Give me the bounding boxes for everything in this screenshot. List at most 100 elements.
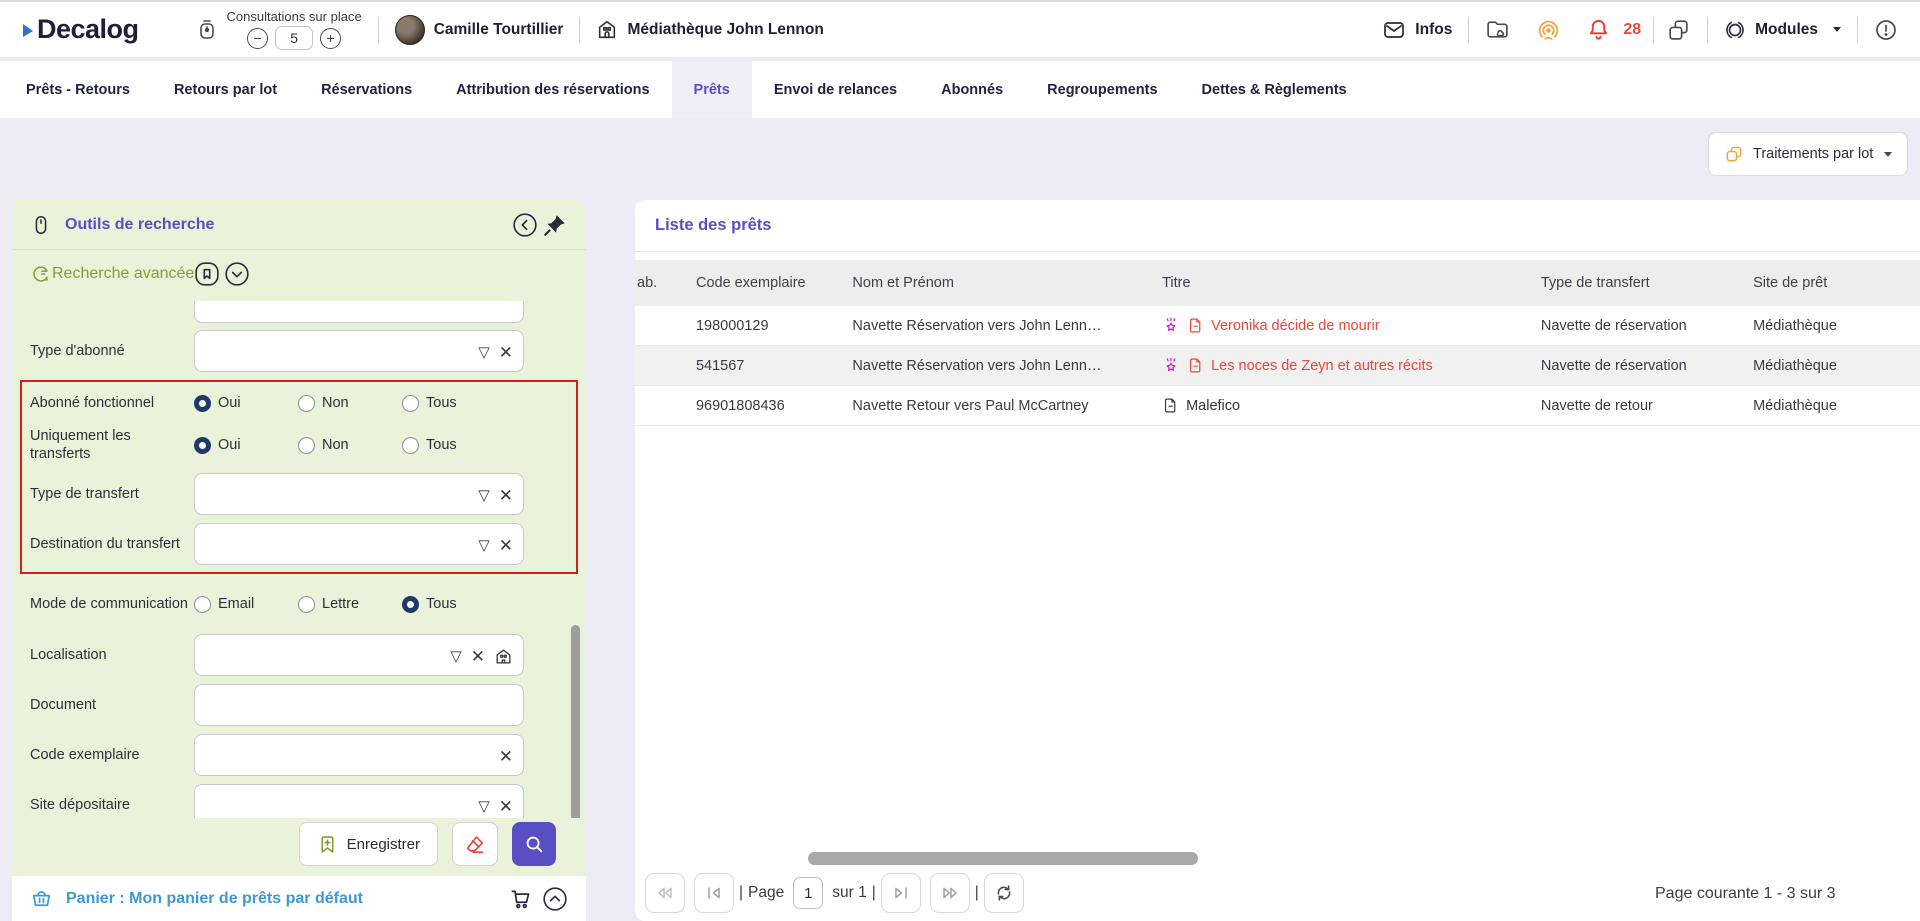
module-tab-bar: Prêts - Retours Retours par lot Réservat… — [0, 61, 1920, 118]
tab-dettes-reglements[interactable]: Dettes & Règlements — [1180, 61, 1369, 118]
table-row[interactable]: 198000129 Navette Réservation vers John … — [635, 306, 1920, 346]
tab-attribution-reservations[interactable]: Attribution des réservations — [434, 61, 671, 118]
column-header-transfer-type[interactable]: Type de transfert — [1535, 275, 1747, 291]
loan-title-link[interactable]: Malefico — [1186, 398, 1240, 414]
type-transfert-input[interactable]: ▽ ✕ — [194, 473, 524, 515]
site-picker-icon[interactable] — [494, 647, 513, 666]
infos-button[interactable]: Infos — [1382, 18, 1452, 42]
refresh-icon — [993, 882, 1015, 904]
column-header-name[interactable]: Nom et Prénom — [846, 275, 1156, 291]
radio-option-non[interactable]: Non — [298, 395, 402, 412]
rewind-page-button[interactable] — [645, 873, 685, 913]
cart-icon[interactable] — [508, 886, 534, 912]
filter-funnel-icon[interactable]: ▽ — [478, 488, 490, 503]
user-avatar — [395, 15, 425, 45]
current-site[interactable]: Médiathèque John Lennon — [596, 19, 823, 41]
radio-option-lettre[interactable]: Lettre — [298, 596, 402, 613]
text-input-partial[interactable] — [194, 301, 524, 323]
logo-mark-icon — [22, 22, 35, 38]
collapse-panel-icon[interactable] — [512, 212, 538, 238]
reset-search-button[interactable] — [452, 822, 498, 866]
notifications-button[interactable]: 28 — [1587, 18, 1641, 41]
clear-icon[interactable]: ✕ — [499, 748, 513, 765]
radio-option-oui[interactable]: Oui — [194, 395, 298, 412]
cell-title: Les noces de Zeyn et autres récits — [1156, 357, 1535, 375]
field-label: Type d'abonné — [30, 342, 194, 360]
modules-icon — [1724, 19, 1746, 41]
radio-option-tous[interactable]: Tous — [402, 395, 506, 412]
filter-funnel-icon[interactable]: ▽ — [478, 345, 490, 360]
modules-menu[interactable]: Modules — [1724, 19, 1841, 41]
column-header-title[interactable]: Titre — [1156, 275, 1535, 291]
search-tools-header: Outils de recherche — [12, 200, 586, 250]
clear-icon[interactable]: ✕ — [499, 487, 513, 504]
info-icon[interactable] — [1874, 18, 1898, 42]
current-user[interactable]: Camille Tourtillier — [395, 15, 564, 45]
refresh-button[interactable] — [984, 873, 1024, 913]
chevron-up-circle-icon[interactable] — [542, 886, 568, 912]
tab-envoi-relances[interactable]: Envoi de relances — [752, 61, 919, 118]
consultations-stepper: − 5 + — [247, 26, 341, 50]
table-horizontal-scrollbar-thumb[interactable] — [808, 852, 1198, 865]
pin-icon[interactable] — [542, 212, 568, 238]
column-header-loan-site[interactable]: Site de prêt — [1747, 275, 1920, 291]
radio-option-oui[interactable]: Oui — [194, 437, 298, 454]
chevron-down-circle-icon[interactable] — [224, 261, 250, 287]
destination-transfert-input[interactable]: ▽ ✕ — [194, 523, 524, 565]
field-row-uniquement-transferts: Uniquement les transferts Oui Non Tous — [22, 421, 576, 469]
batch-actions-button[interactable]: Traitements par lot — [1708, 132, 1908, 176]
document-input[interactable] — [194, 684, 524, 726]
code-exemplaire-input[interactable]: ✕ — [194, 734, 524, 776]
tab-reservations[interactable]: Réservations — [299, 61, 434, 118]
consultations-value[interactable]: 5 — [275, 26, 313, 50]
broadcast-icon[interactable] — [1536, 17, 1561, 42]
sidebar-scrollbar-thumb[interactable] — [571, 625, 580, 818]
filter-funnel-icon[interactable]: ▽ — [478, 538, 490, 553]
radio-option-email[interactable]: Email — [194, 596, 298, 613]
folder-icon[interactable] — [1485, 17, 1510, 42]
filter-funnel-icon[interactable]: ▽ — [450, 649, 462, 664]
tab-abonnes[interactable]: Abonnés — [919, 61, 1025, 118]
column-header-code[interactable]: Code exemplaire — [690, 275, 846, 291]
clear-icon[interactable]: ✕ — [499, 537, 513, 554]
tab-regroupements[interactable]: Regroupements — [1025, 61, 1179, 118]
library-building-icon — [596, 19, 618, 41]
site-depositaire-input[interactable]: ▽ ✕ — [194, 784, 524, 818]
app-logo[interactable]: Decalog — [22, 14, 139, 45]
type-abonne-input[interactable]: ▽ ✕ — [194, 330, 524, 372]
clear-icon[interactable]: ✕ — [499, 798, 513, 815]
last-page-button[interactable] — [930, 873, 970, 913]
top-bar-actions: Infos 28 Modules — [1382, 17, 1898, 43]
eraser-icon — [464, 833, 486, 855]
run-search-button[interactable] — [512, 822, 556, 866]
table-row[interactable]: 96901808436 Navette Retour vers Paul McC… — [635, 386, 1920, 426]
next-page-button[interactable] — [881, 873, 921, 913]
tab-retours-par-lot[interactable]: Retours par lot — [152, 61, 299, 118]
filter-funnel-icon[interactable]: ▽ — [478, 799, 490, 814]
decrement-button[interactable]: − — [247, 28, 268, 49]
cell-title: Veronika décide de mourir — [1156, 317, 1535, 335]
clear-icon[interactable]: ✕ — [471, 648, 485, 665]
save-search-button[interactable]: Enregistrer — [299, 822, 438, 866]
radio-option-tous[interactable]: Tous — [402, 437, 506, 454]
first-page-button[interactable] — [694, 873, 734, 913]
increment-button[interactable]: + — [320, 28, 341, 49]
pages-icon[interactable] — [1666, 17, 1691, 42]
tab-prets-retours[interactable]: Prêts - Retours — [4, 61, 152, 118]
page-number-input[interactable] — [793, 877, 823, 909]
loan-title-link[interactable]: Les noces de Zeyn et autres récits — [1211, 358, 1433, 374]
clear-icon[interactable]: ✕ — [499, 344, 513, 361]
search-sidebar: Outils de recherche Recherche avancée Ty… — [12, 200, 586, 921]
document-icon — [1162, 397, 1179, 414]
table-row[interactable]: 541567 Navette Réservation vers John Len… — [635, 346, 1920, 386]
column-header-ab[interactable]: ab. — [635, 275, 690, 291]
radio-option-tous[interactable]: Tous — [402, 596, 506, 613]
radio-option-non[interactable]: Non — [298, 437, 402, 454]
loans-table: ab. Code exemplaire Nom et Prénom Titre … — [635, 260, 1920, 426]
pagination-bar: | Page sur 1 | | — [645, 873, 1024, 913]
tab-prets[interactable]: Prêts — [672, 61, 752, 118]
loan-title-link[interactable]: Veronika décide de mourir — [1211, 318, 1379, 334]
bookmark-circle-icon[interactable] — [194, 261, 220, 287]
localisation-input[interactable]: ▽ ✕ — [194, 634, 524, 676]
field-label: Mode de communication — [30, 595, 194, 613]
